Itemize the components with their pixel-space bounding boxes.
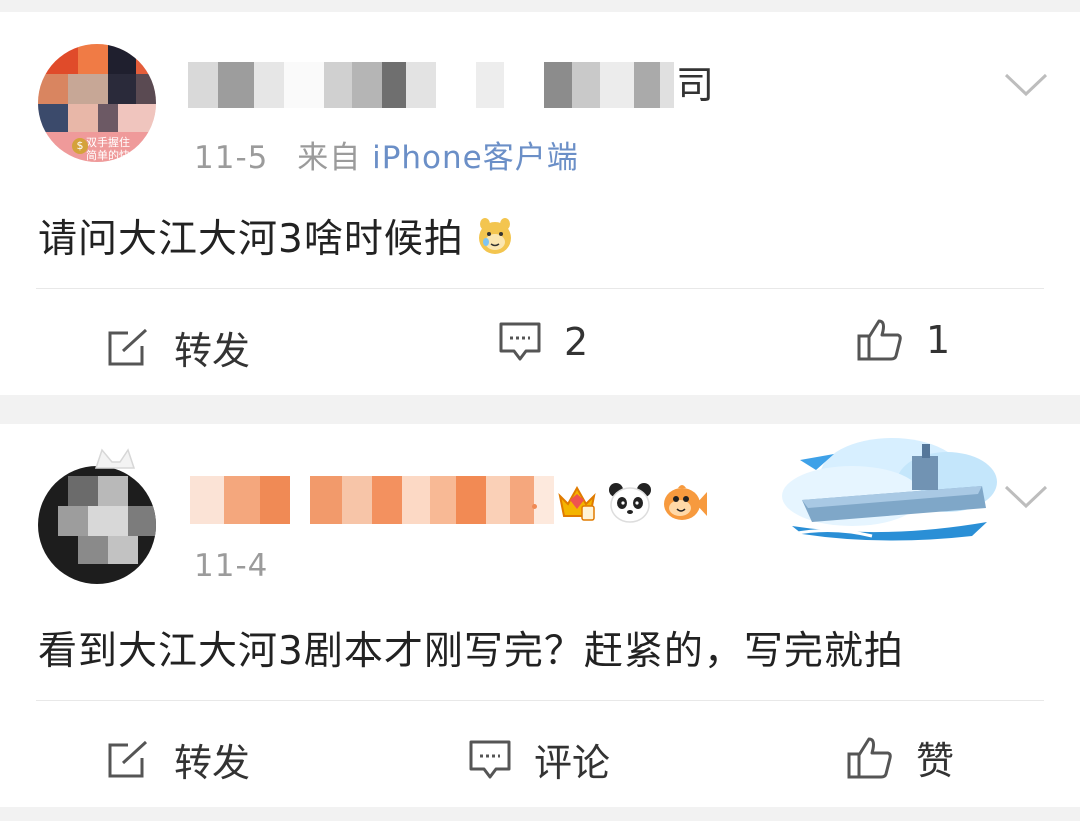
post-meta: 11-5 来自 iPhone客户端: [194, 132, 579, 177]
edit-share-icon: [108, 740, 148, 777]
comment-bubble-icon: [469, 740, 511, 778]
username[interactable]: [190, 476, 554, 524]
chevron-down-icon[interactable]: [1004, 484, 1048, 510]
comment-button[interactable]: 评论: [468, 732, 610, 787]
edit-share-icon: [108, 328, 148, 365]
post-date: 11-5: [194, 140, 269, 176]
avatar-caption: 双手握住 简单的快: [86, 136, 130, 162]
fish-icon: [664, 485, 707, 520]
avatar[interactable]: [38, 466, 156, 584]
like-button[interactable]: 1: [856, 318, 950, 362]
thumbs-up-icon: [847, 737, 892, 778]
comment-button[interactable]: 2: [498, 320, 588, 364]
aircraft-carrier-icon: [782, 438, 997, 541]
divider: [36, 288, 1044, 289]
post-content: 看到大江大河3剧本才刚写完？赶紧的，写完就拍: [38, 629, 904, 674]
ellipsis: [532, 504, 537, 509]
post-meta: 11-4: [194, 548, 268, 584]
chevron-down-icon[interactable]: [1004, 72, 1048, 98]
source-link[interactable]: iPhone客户端: [372, 140, 579, 176]
post-card: 双手握住 简单的快 $ 司 11-5 来自 iPhone客户端 请问大江大河3啥…: [0, 12, 1080, 395]
panda-icon: [609, 483, 651, 523]
post-card: 11-4 看到大江大河3剧本才刚写完？赶紧的，写完就拍 转发 评论 赞: [0, 424, 1080, 807]
coin-icon: $: [72, 138, 88, 154]
repost-button[interactable]: 转发: [106, 732, 250, 787]
username[interactable]: 司: [188, 62, 714, 108]
crown-badge-icon: [558, 485, 596, 521]
emoji-icon: [479, 218, 512, 254]
post-date: 11-4: [194, 548, 269, 584]
like-button[interactable]: 赞: [846, 730, 954, 785]
divider: [36, 700, 1044, 701]
comment-bubble-icon: [499, 322, 541, 361]
cat-ears-icon: [94, 448, 136, 469]
source-prefix: 来自: [297, 140, 362, 176]
thumbs-up-icon: [857, 319, 902, 361]
post-content: 请问大江大河3啥时候拍: [38, 208, 513, 264]
avatar[interactable]: 双手握住 简单的快 $: [38, 44, 156, 162]
repost-button[interactable]: 转发: [106, 320, 250, 375]
